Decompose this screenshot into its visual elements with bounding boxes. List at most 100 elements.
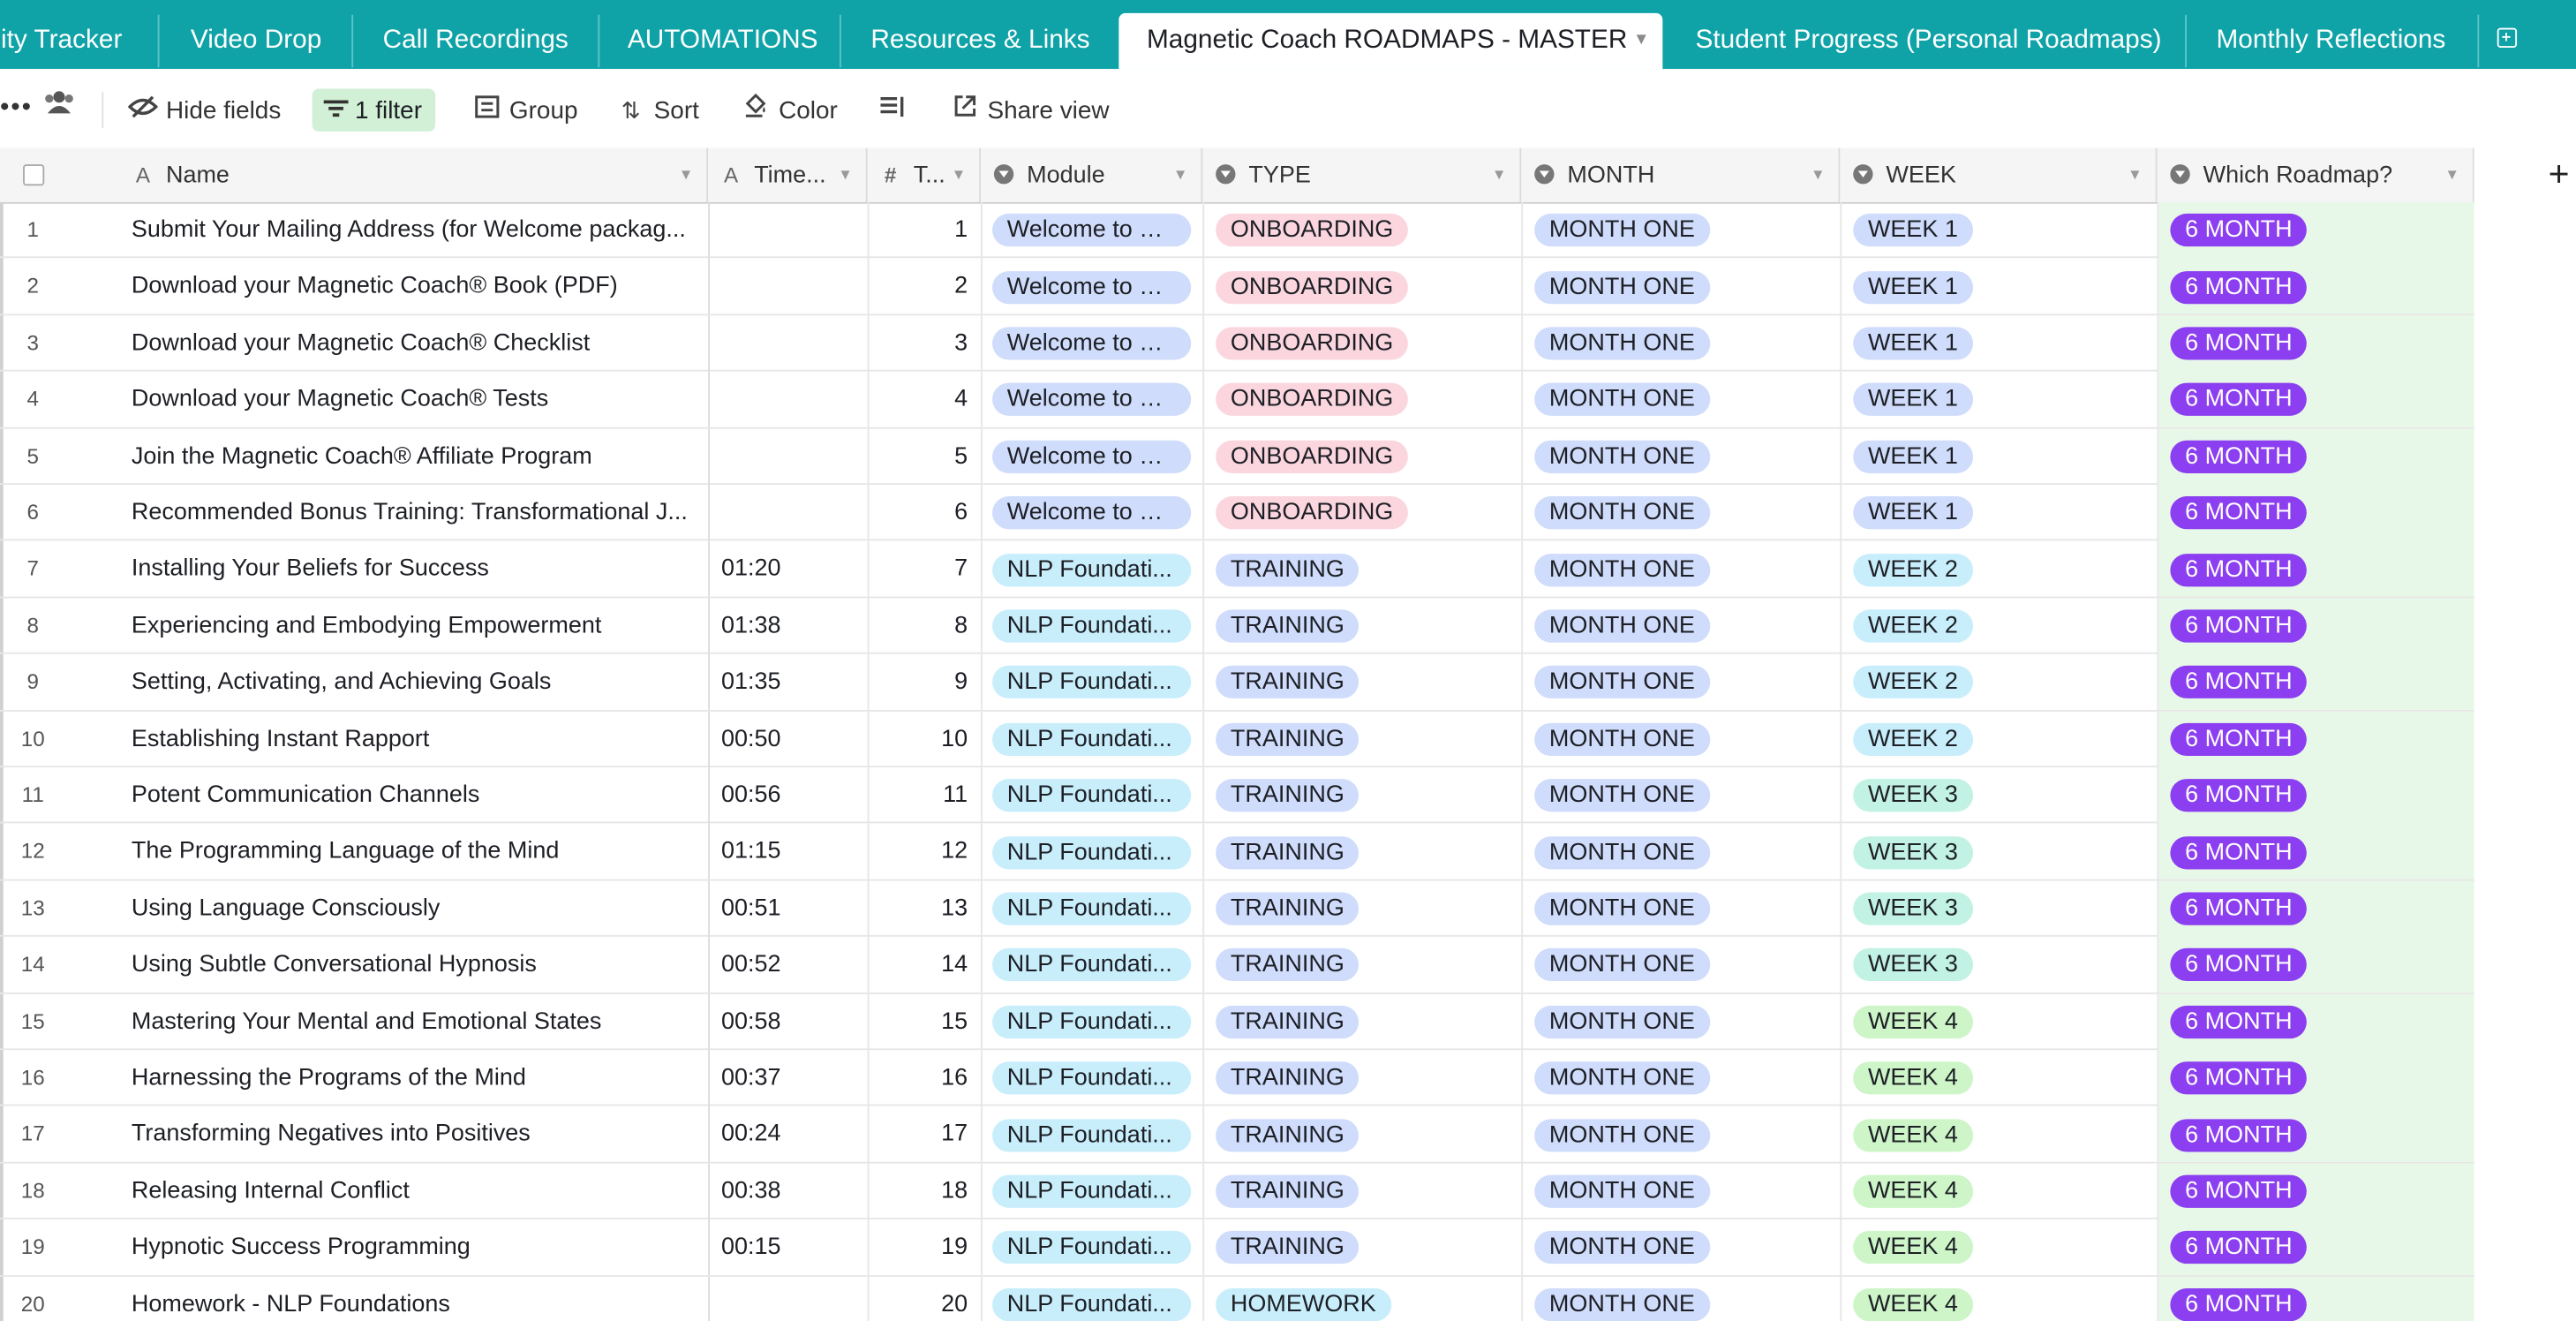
week-cell[interactable]: WEEK 3 — [1840, 937, 2157, 993]
month-cell[interactable]: MONTH ONE — [1521, 767, 1840, 824]
group-button[interactable]: Group — [471, 88, 578, 131]
hide-fields-button[interactable]: Hide fields — [127, 88, 281, 131]
month-cell[interactable]: MONTH ONE — [1521, 880, 1840, 937]
table-row[interactable]: 13 Using Language Consciously 00:51 13 NLP F… — [0, 880, 2474, 938]
t-number-cell[interactable]: 9 — [867, 654, 981, 711]
name-cell[interactable]: Potent Communication Channels — [120, 767, 708, 823]
month-cell[interactable]: MONTH ONE — [1521, 1219, 1840, 1276]
tab-menu-caret-icon[interactable]: ▼ — [1633, 13, 1649, 69]
t-number-cell[interactable]: 2 — [867, 258, 981, 315]
name-cell[interactable]: Download your Magnetic Coach® Checklist — [120, 315, 708, 371]
week-cell[interactable]: WEEK 4 — [1840, 993, 2157, 1050]
name-cell[interactable]: Harnessing the Programs of the Mind — [120, 1050, 708, 1106]
module-cell[interactable]: NLP Foundati... — [981, 540, 1202, 598]
roadmap-cell[interactable]: 6 MONTH — [2157, 1106, 2474, 1163]
t-number-cell[interactable]: 7 — [867, 540, 981, 598]
roadmap-cell[interactable]: 6 MONTH — [2157, 824, 2474, 880]
time-cell[interactable]: 00:15 — [708, 1219, 868, 1276]
month-cell[interactable]: MONTH ONE — [1521, 937, 1840, 993]
table-row[interactable]: 14 Using Subtle Conversational Hypnosis 00… — [0, 937, 2474, 994]
type-cell[interactable]: HOMEWORK — [1202, 1276, 1521, 1321]
tab-monthly-reflections[interactable]: Monthly Reflections — [2216, 13, 2445, 69]
tab-automations[interactable]: AUTOMATIONS — [628, 13, 818, 69]
time-cell[interactable]: 00:38 — [708, 1163, 868, 1219]
time-cell[interactable]: 00:58 — [708, 993, 868, 1050]
module-cell[interactable]: Welcome to M... — [981, 484, 1202, 541]
tab-resources-links[interactable]: Resources & Links — [870, 13, 1089, 69]
month-cell[interactable]: MONTH ONE — [1521, 484, 1840, 541]
column-header-time[interactable]: A Time... ▼ — [708, 147, 868, 202]
name-cell[interactable]: Homework - NLP Foundations — [120, 1276, 708, 1321]
name-cell[interactable]: Installing Your Beliefs for Success — [120, 541, 708, 597]
week-cell[interactable]: WEEK 3 — [1840, 767, 2157, 824]
time-cell[interactable] — [708, 258, 868, 315]
type-cell[interactable]: ONBOARDING — [1202, 371, 1521, 428]
time-cell[interactable] — [708, 1276, 868, 1321]
column-header-week[interactable]: WEEK ▼ — [1840, 147, 2158, 202]
month-cell[interactable]: MONTH ONE — [1521, 1106, 1840, 1163]
table-row[interactable]: 2 Download your Magnetic Coach® Book (PDF… — [0, 258, 2474, 315]
week-cell[interactable]: WEEK 4 — [1840, 1276, 2157, 1321]
module-cell[interactable]: NLP Foundati... — [981, 993, 1202, 1050]
name-cell[interactable]: Mastering Your Mental and Emotional Stat… — [120, 993, 708, 1049]
roadmap-cell[interactable]: 6 MONTH — [2157, 711, 2474, 767]
time-cell[interactable]: 01:38 — [708, 598, 868, 654]
sort-button[interactable]: ⇅ Sort — [616, 88, 699, 131]
roadmap-cell[interactable]: 6 MONTH — [2157, 1050, 2474, 1106]
week-cell[interactable]: WEEK 2 — [1840, 540, 2157, 598]
week-cell[interactable]: WEEK 1 — [1840, 314, 2157, 372]
module-cell[interactable]: NLP Foundati... — [981, 1276, 1202, 1321]
row-height-button[interactable] — [877, 88, 915, 131]
roadmap-cell[interactable]: 6 MONTH — [2157, 937, 2474, 993]
column-menu-icon[interactable]: ▼ — [1492, 147, 1507, 201]
column-menu-icon[interactable]: ▼ — [838, 147, 853, 201]
table-row[interactable]: 16 Harnessing the Programs of the Mind 00:… — [0, 1050, 2474, 1107]
type-cell[interactable]: TRAINING — [1202, 993, 1521, 1050]
week-cell[interactable]: WEEK 3 — [1840, 880, 2157, 937]
type-cell[interactable]: ONBOARDING — [1202, 314, 1521, 372]
roadmap-cell[interactable]: 6 MONTH — [2157, 1219, 2474, 1276]
time-cell[interactable]: 00:56 — [708, 767, 868, 824]
t-number-cell[interactable]: 17 — [867, 1106, 981, 1163]
time-cell[interactable] — [708, 484, 868, 541]
select-all-checkbox[interactable] — [23, 164, 45, 186]
month-cell[interactable]: MONTH ONE — [1521, 427, 1840, 485]
module-cell[interactable]: NLP Foundati... — [981, 654, 1202, 711]
roadmap-cell[interactable]: 6 MONTH — [2157, 314, 2474, 372]
time-cell[interactable] — [708, 371, 868, 428]
month-cell[interactable]: MONTH ONE — [1521, 371, 1840, 428]
column-menu-icon[interactable]: ▼ — [2444, 147, 2459, 201]
name-cell[interactable]: Releasing Internal Conflict — [120, 1163, 708, 1219]
roadmap-cell[interactable]: 6 MONTH — [2157, 258, 2474, 315]
column-header-t[interactable]: # T... ▼ — [868, 147, 982, 202]
time-cell[interactable]: 01:20 — [708, 540, 868, 598]
add-table-icon[interactable] — [2497, 27, 2518, 48]
name-cell[interactable]: Submit Your Mailing Address (for Welcome… — [120, 202, 708, 258]
column-menu-icon[interactable]: ▼ — [2128, 147, 2143, 201]
module-cell[interactable]: Welcome to M... — [981, 427, 1202, 485]
type-cell[interactable]: TRAINING — [1202, 598, 1521, 654]
module-cell[interactable]: Welcome to M... — [981, 314, 1202, 372]
table-row[interactable]: 4 Download your Magnetic Coach® Tests 4 Wel… — [0, 371, 2474, 428]
type-cell[interactable]: ONBOARDING — [1202, 258, 1521, 315]
t-number-cell[interactable]: 5 — [867, 427, 981, 485]
module-cell[interactable]: NLP Foundati... — [981, 880, 1202, 937]
time-cell[interactable] — [708, 314, 868, 372]
table-row[interactable]: 10 Establishing Instant Rapport 00:50 10 NLP… — [0, 711, 2474, 768]
share-view-button[interactable]: Share view — [950, 88, 1110, 131]
column-menu-icon[interactable]: ▼ — [1173, 147, 1188, 201]
roadmap-cell[interactable]: 6 MONTH — [2157, 767, 2474, 824]
type-cell[interactable]: TRAINING — [1202, 937, 1521, 993]
filter-button[interactable]: 1 filter — [312, 88, 435, 132]
week-cell[interactable]: WEEK 4 — [1840, 1106, 2157, 1163]
name-cell[interactable]: Recommended Bonus Training: Transformati… — [120, 485, 708, 540]
module-cell[interactable]: NLP Foundati... — [981, 1106, 1202, 1163]
type-cell[interactable]: TRAINING — [1202, 1050, 1521, 1106]
roadmap-cell[interactable]: 6 MONTH — [2157, 993, 2474, 1050]
week-cell[interactable]: WEEK 1 — [1840, 484, 2157, 541]
type-cell[interactable]: TRAINING — [1202, 767, 1521, 824]
table-row[interactable]: 9 Setting, Activating, and Achieving Goal… — [0, 654, 2474, 712]
type-cell[interactable]: TRAINING — [1202, 540, 1521, 598]
more-options-icon[interactable]: ••• — [0, 87, 33, 130]
name-cell[interactable]: Using Subtle Conversational Hypnosis — [120, 937, 708, 993]
